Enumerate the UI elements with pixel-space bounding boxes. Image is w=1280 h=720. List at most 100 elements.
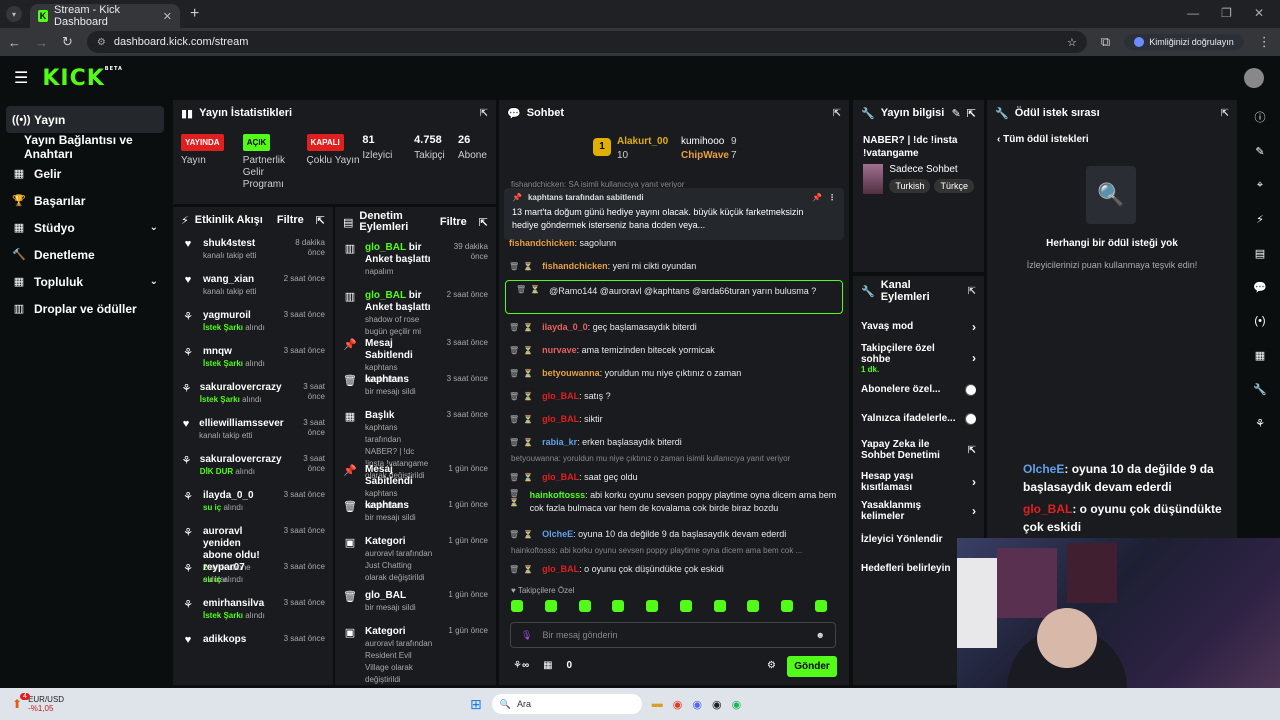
activity-row[interactable]: ⚘ yagmuroil İstek Şarkı alındı 3 saat önce xyxy=(173,305,333,341)
category-name[interactable]: Sadece Sohbet xyxy=(889,164,974,175)
chat-input[interactable]: 🎙 Bir mesaj gönderin ☻ xyxy=(510,622,836,648)
channel-action[interactable]: Takipçilere özel sohbe 1 dk. › xyxy=(853,341,984,375)
chat-username[interactable]: betyouwanna xyxy=(542,368,600,378)
leader-1-name[interactable]: Alakurt_00 xyxy=(617,136,668,147)
wrench-icon[interactable]: 🔧 xyxy=(1240,372,1280,406)
sidebar-item-4[interactable]: ▦ Stüdyo ⌄ xyxy=(0,214,170,241)
chrome-icon[interactable]: ◉ xyxy=(673,698,683,711)
message-mod-tools-icon[interactable]: 🗑⏳ xyxy=(509,262,537,271)
message-mod-tools-icon[interactable]: 🗑⏳ xyxy=(509,438,537,447)
message-mod-tools-icon[interactable]: 🗑⏳ xyxy=(509,369,537,378)
emote-icon[interactable] xyxy=(679,600,692,612)
more-icon[interactable]: ⋮ xyxy=(828,193,836,202)
activity-row[interactable]: ♥ elliewilliamssever kanalı takip etti 3 sa… xyxy=(173,413,333,449)
chat-message[interactable]: 🗑⏳fishandchicken: sagolunn xyxy=(499,232,849,255)
popout-icon[interactable]: ⇱ xyxy=(968,445,976,456)
minimize-icon[interactable]: — xyxy=(1187,6,1199,20)
emoji-icon[interactable]: ☻ xyxy=(816,630,825,640)
chat-username[interactable]: nurvave xyxy=(542,345,577,355)
chat-message[interactable]: 🗑⏳ glo_BAL: satış ? xyxy=(499,385,849,408)
avatar[interactable] xyxy=(1244,68,1264,88)
message-mod-tools-icon[interactable]: 🗑⏳ xyxy=(509,530,537,539)
chat-message[interactable]: 🗑⏳ betyouwanna: yoruldun mu niye çıktınız… xyxy=(499,362,849,385)
chat-username[interactable]: glo_BAL xyxy=(542,472,579,482)
browser-tab[interactable]: K Stream - Kick Dashboard ✕ xyxy=(30,4,180,28)
activity-row[interactable]: ⚘ emirhansilva İstek Şarkı alındı 3 saat ön… xyxy=(173,593,333,629)
popout-icon[interactable]: ⇱ xyxy=(968,286,976,297)
leader-3-name[interactable]: ChipWave xyxy=(681,150,729,161)
activity-row[interactable]: ♥ wang_xian kanalı takip etti 2 saat önce xyxy=(173,269,333,305)
activity-row[interactable]: ⚘ auroravl yeniden abone oldu! 2 aylık abo… xyxy=(173,521,333,584)
windows-start-icon[interactable]: ⊞ xyxy=(470,696,482,713)
info-icon[interactable]: ⓘ xyxy=(1240,100,1280,134)
chat-message[interactable]: 🗑⏳ OlcheE: oyuna 10 da değilde 9 da başla… xyxy=(499,523,849,546)
edit-icon[interactable]: ✎ xyxy=(1240,134,1280,168)
kick-logo[interactable]: KICKBETA xyxy=(42,66,123,91)
channel-action[interactable]: Yasaklanmış kelimeler › xyxy=(853,496,984,525)
tab-search-icon[interactable]: ▾ xyxy=(6,6,22,22)
activity-row[interactable]: ♥ shuk4stest kanalı takip etti 8 dakika önc… xyxy=(173,233,333,269)
popout-icon[interactable]: ⇱ xyxy=(833,108,841,119)
obs-icon[interactable]: ◉ xyxy=(712,698,722,711)
chat-username[interactable]: glo_BAL xyxy=(542,564,579,574)
focus-icon[interactable]: ⌖ xyxy=(1240,168,1280,202)
emote-icon[interactable] xyxy=(713,600,726,612)
emote-icon[interactable] xyxy=(511,600,523,612)
emote-icon[interactable] xyxy=(781,600,794,612)
store-icon[interactable]: ▦ xyxy=(543,660,552,671)
chat-message[interactable]: 🗑⏳ fishandchicken: yeni mi cikti oyundan xyxy=(499,255,849,278)
chat-message[interactable]: 🗑⏳ hainkoftosss: abi korku oyunu sevsen p… xyxy=(499,489,849,523)
chat-username[interactable]: glo_BAL xyxy=(542,414,579,424)
chat-message[interactable]: 🗑⏳ glo_BAL: siktir xyxy=(499,408,849,431)
chat-username[interactable]: fishandchicken xyxy=(509,238,575,248)
message-mod-tools-icon[interactable]: 🗑⏳ xyxy=(509,415,537,424)
send-button[interactable]: Gönder xyxy=(787,656,837,677)
popout-icon[interactable]: ⇱ xyxy=(1221,108,1229,119)
chat-message[interactable]: 🗑⏳ nurvave: ama temizinden bitecek yormic… xyxy=(499,339,849,362)
chat-username[interactable]: ilayda_0_0 xyxy=(542,322,588,332)
spotify-icon[interactable]: ◉ xyxy=(732,698,742,711)
moderation-row[interactable]: ▣ Kategori auroravl tarafından Just Chatti… xyxy=(335,531,496,585)
emote-icon[interactable] xyxy=(814,600,827,612)
sidebar-item-1[interactable]: Yayın Bağlantısı ve Anahtarı xyxy=(0,133,170,161)
lightning-icon[interactable]: ⚡ xyxy=(1240,202,1280,236)
activity-row[interactable]: ⚘ sakuralovercrazy İstek Şarkı alındı 3 saa… xyxy=(173,377,333,413)
popout-icon[interactable]: ⇱ xyxy=(967,107,976,120)
emote-icon[interactable] xyxy=(646,600,659,612)
list-icon[interactable]: ▤ xyxy=(1240,236,1280,270)
chat-icon[interactable]: 💬 xyxy=(1240,270,1280,304)
channel-action[interactable]: Yavaş mod › xyxy=(853,312,984,341)
emote-icon[interactable] xyxy=(578,600,591,612)
sidebar-item-7[interactable]: ▥ Droplar ve ödüller xyxy=(0,295,170,322)
maximize-icon[interactable]: ❐ xyxy=(1221,6,1232,20)
moderation-row[interactable]: 📌 Mesaj Sabitlendi kaphtans tarafından 3 sa… xyxy=(335,333,496,384)
popout-icon[interactable]: ⇱ xyxy=(480,108,488,119)
emote-icon[interactable] xyxy=(612,600,625,612)
chat-username[interactable]: hainkoftosss xyxy=(530,490,586,500)
url-field[interactable]: ⚙ dashboard.kick.com/stream ☆ xyxy=(86,31,1087,53)
message-mod-tools-icon[interactable]: 🗑⏳ xyxy=(516,285,544,294)
moderation-row[interactable]: ▦ Başlık kaphtans tarafından NABER? | !dc … xyxy=(335,405,496,480)
edit-icon[interactable]: ✎ xyxy=(952,107,961,120)
points-icon[interactable]: ⚘∞ xyxy=(513,660,529,671)
close-window-icon[interactable]: ✕ xyxy=(1254,6,1264,20)
activity-row[interactable]: ⚘ reypar07 su iç alındı 3 saat önce xyxy=(173,557,333,593)
sidebar-item-2[interactable]: ▦ Gelir xyxy=(0,160,170,187)
chat-username[interactable]: glo_BAL xyxy=(542,391,579,401)
extensions-icon[interactable]: ⧉ xyxy=(1101,34,1110,50)
discord-icon[interactable]: ◉ xyxy=(692,698,702,711)
sidebar-item-0[interactable]: ((•)) Yayın xyxy=(6,106,164,133)
reload-icon[interactable]: ↻ xyxy=(62,34,73,50)
chat-message[interactable]: 🗑⏳ glo_BAL: saat geç oldu xyxy=(499,466,849,489)
moderation-row[interactable]: ▥ glo_BAL bir Anket başlattı napalım 39 dak… xyxy=(335,237,496,285)
message-mod-tools-icon[interactable]: 🗑⏳ xyxy=(509,473,537,482)
emote-icon[interactable] xyxy=(544,600,557,612)
message-mod-tools-icon[interactable]: 🗑⏳ xyxy=(509,346,537,355)
activity-row[interactable]: ⚘ mnqw İstek Şarkı alındı 3 saat önce xyxy=(173,341,333,377)
back-icon[interactable]: ← xyxy=(8,35,21,50)
sidebar-item-3[interactable]: 🏆 Başarılar xyxy=(0,187,170,214)
popout-icon[interactable]: ⇱ xyxy=(479,216,488,229)
moderation-row[interactable]: 📌 Mesaj Sabitlendi kaphtans tarafından 1 gü… xyxy=(335,459,496,510)
moderation-row[interactable]: 🗑 kaphtans bir mesajı sildi 3 saat önce xyxy=(335,369,496,405)
verify-identity-button[interactable]: Kimliğinizi doğrulayın xyxy=(1124,34,1244,50)
